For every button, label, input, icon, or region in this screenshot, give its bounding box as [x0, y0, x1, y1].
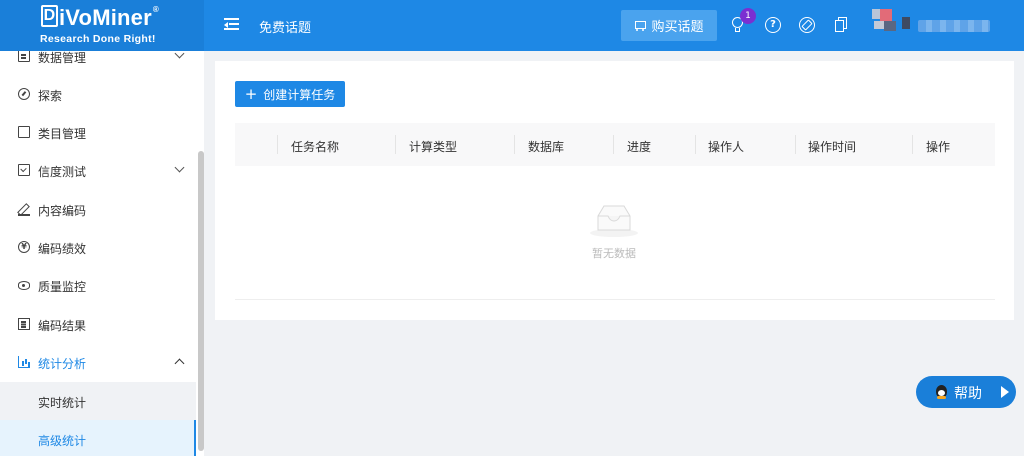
sidebar-item-explore[interactable]: 探索	[0, 75, 196, 113]
sidebar-item-label: 数据管理	[38, 51, 87, 65]
caret-right-icon	[1001, 386, 1009, 398]
help-circle-icon[interactable]: ?	[765, 17, 781, 33]
sidebar-item-category[interactable]: 类目管理	[0, 113, 196, 151]
sidebar-item-label: 编码绩效	[38, 242, 87, 256]
top-header: DiVoMiner® Research Done Right! 免费话题 购买话…	[0, 0, 1024, 51]
pen-icon	[18, 203, 30, 216]
sidebar-item-quality-monitor[interactable]: 质量监控	[0, 266, 196, 304]
table-bottom-divider	[235, 299, 995, 300]
sidebar-item-content-coding[interactable]: 内容编码	[0, 190, 196, 228]
check-doc-icon	[18, 164, 30, 176]
column-separator	[395, 135, 396, 154]
sidebar-item-statistics[interactable]: 统计分析	[0, 343, 196, 381]
brand-logo[interactable]: DiVoMiner® Research Done Right!	[0, 0, 204, 51]
qq-penguin-icon	[936, 385, 947, 399]
list-icon	[18, 318, 30, 330]
column-header-task-name: 任务名称	[291, 140, 340, 154]
sidebar-subitem-label: 实时统计	[38, 396, 87, 410]
sidebar-item-label: 质量监控	[38, 280, 87, 294]
yen-icon: ¥	[18, 241, 30, 253]
sidebar-item-coding-results[interactable]: 编码结果	[0, 305, 196, 343]
empty-state-text: 暂无数据	[592, 247, 636, 260]
avatar[interactable]	[872, 7, 912, 37]
chevron-down-icon	[174, 51, 185, 59]
sidebar-item-label: 探索	[38, 89, 63, 103]
sidebar-item-reliability[interactable]: 信度测试	[0, 151, 196, 189]
column-header-actions: 操作	[926, 140, 951, 154]
create-task-label: 创建计算任务	[263, 87, 336, 102]
bar-chart-icon	[18, 356, 30, 368]
sidebar-item-label: 编码结果	[38, 319, 87, 333]
sidebar: 数据管理 探索 类目管理 信度测试 内容编码 ¥ 编码绩效 质量监控 编码结果 …	[0, 51, 204, 456]
buy-topic-button[interactable]: 购买话题	[621, 10, 717, 41]
column-separator	[912, 135, 913, 154]
logo-wordmark: DiVoMiner®	[41, 5, 159, 31]
column-header-operation-time: 操作时间	[808, 140, 857, 154]
user-name-blurred[interactable]	[918, 20, 990, 32]
column-separator	[795, 135, 796, 154]
sidebar-item-label: 内容编码	[38, 204, 87, 218]
column-header-database: 数据库	[528, 140, 565, 154]
page-title: 免费话题	[259, 21, 312, 36]
sidebar-subitem-label: 高级统计	[38, 434, 87, 448]
column-header-progress: 进度	[627, 140, 652, 154]
sidebar-item-data-management[interactable]: 数据管理	[0, 51, 196, 75]
column-header-operator: 操作人	[708, 140, 745, 154]
sidebar-item-coding-performance[interactable]: ¥ 编码绩效	[0, 228, 196, 266]
document-icon	[18, 51, 30, 62]
chevron-down-icon	[174, 162, 185, 173]
sidebar-item-label: 统计分析	[38, 357, 87, 371]
column-separator	[695, 135, 696, 154]
page-icon	[18, 126, 30, 138]
plus-icon: +	[244, 85, 258, 103]
compass-icon[interactable]	[799, 17, 815, 33]
copy-icon[interactable]	[834, 17, 850, 33]
menu-toggle-icon[interactable]	[224, 18, 239, 31]
column-header-calc-type: 计算类型	[409, 140, 458, 154]
buy-topic-label: 购买话题	[651, 20, 704, 35]
help-label: 帮助	[954, 386, 982, 402]
sidebar-subitem-advanced-stats[interactable]: 高级统计	[0, 420, 196, 456]
create-task-button[interactable]: + 创建计算任务	[235, 81, 345, 107]
column-separator	[514, 135, 515, 154]
logo-tagline: Research Done Right!	[40, 33, 156, 45]
sidebar-scrollbar[interactable]	[198, 151, 204, 451]
column-separator	[277, 135, 278, 154]
eye-icon	[18, 281, 30, 290]
floating-help-button[interactable]: 帮助	[916, 376, 1016, 408]
sidebar-subitem-realtime-stats[interactable]: 实时统计	[0, 382, 196, 420]
table-header: 任务名称 计算类型 数据库 进度 操作人 操作时间 操作	[235, 123, 995, 166]
cart-icon	[634, 20, 647, 31]
sidebar-item-label: 类目管理	[38, 127, 87, 141]
sidebar-item-label: 信度测试	[38, 165, 87, 179]
notification-badge: 1	[740, 8, 756, 24]
empty-inbox-icon	[590, 205, 638, 237]
column-separator	[613, 135, 614, 154]
gauge-icon	[18, 88, 30, 100]
chevron-up-icon	[174, 358, 185, 369]
